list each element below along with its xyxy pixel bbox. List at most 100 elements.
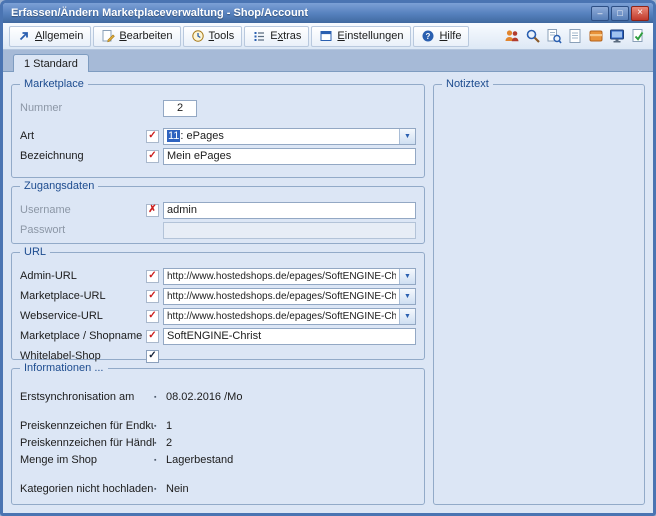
field-label: Webservice-URL bbox=[20, 310, 146, 322]
window-controls: – □ × bbox=[591, 6, 649, 21]
field-label: Whitelabel-Shop bbox=[20, 350, 146, 362]
info-row: Kategorien nicht hochladen ▪ Nein bbox=[20, 481, 416, 497]
users-icon[interactable] bbox=[503, 27, 521, 45]
group-url: URL Admin-URL ✓ ▼ Marketplace-URL ✓ ▼ bbox=[11, 252, 425, 360]
menu-item-label: Hilfe bbox=[439, 30, 461, 42]
admin-url-input[interactable] bbox=[164, 269, 399, 284]
monitor-icon[interactable] bbox=[608, 27, 626, 45]
marketplace-url-row: Marketplace-URL ✓ ▼ bbox=[20, 287, 416, 305]
content-panel: Marketplace Nummer Art ✓ 11 : ePages ▼ B… bbox=[3, 71, 653, 513]
group-informationen: Informationen ... Erstsynchronisation am… bbox=[11, 368, 425, 505]
field-label: Art bbox=[20, 130, 146, 142]
svg-text:?: ? bbox=[426, 32, 431, 41]
shopname-input[interactable] bbox=[163, 328, 416, 345]
marketplace-url-input[interactable] bbox=[164, 289, 399, 304]
minimize-button[interactable]: – bbox=[591, 6, 609, 21]
list-icon bbox=[252, 29, 266, 43]
search-icon[interactable] bbox=[524, 27, 542, 45]
tab-standard[interactable]: 1 Standard bbox=[13, 54, 89, 72]
info-label: Preiskennzeichen für Endkunden bbox=[20, 420, 154, 432]
bezeichnung-row: Bezeichnung ✓ bbox=[20, 147, 416, 165]
field-check-icon[interactable]: ✓ bbox=[146, 150, 159, 163]
whitelabel-checkbox[interactable]: ✓ bbox=[146, 350, 159, 363]
nummer-input[interactable] bbox=[163, 100, 197, 117]
field-label: Nummer bbox=[20, 102, 146, 114]
group-title: Informationen ... bbox=[20, 362, 108, 374]
info-row: Erstsynchronisation am ▪ 08.02.2016 /Mo bbox=[20, 389, 416, 405]
dropdown-arrow-icon[interactable]: ▼ bbox=[399, 269, 415, 284]
menu-item-allgemein[interactable]: Allgemein bbox=[9, 26, 91, 47]
field-cross-icon[interactable]: ✗ bbox=[146, 204, 159, 217]
package-icon[interactable] bbox=[587, 27, 605, 45]
minimize-icon: – bbox=[597, 9, 602, 18]
notiztext-area[interactable] bbox=[442, 99, 636, 498]
dropdown-arrow-icon[interactable]: ▼ bbox=[399, 289, 415, 304]
left-column: Marketplace Nummer Art ✓ 11 : ePages ▼ B… bbox=[11, 84, 425, 505]
passwort-row: Passwort bbox=[20, 221, 416, 239]
dropdown-arrow-icon[interactable]: ▼ bbox=[399, 129, 415, 144]
menu-item-label: Bearbeiten bbox=[119, 30, 172, 42]
group-title: Notiztext bbox=[442, 78, 493, 90]
field-check-icon[interactable]: ✓ bbox=[146, 130, 159, 143]
bezeichnung-input[interactable] bbox=[163, 148, 416, 165]
info-value: Nein bbox=[166, 483, 189, 495]
info-value: 08.02.2016 /Mo bbox=[166, 391, 242, 403]
info-value: 2 bbox=[166, 437, 172, 449]
bullet-icon: ▪ bbox=[154, 440, 166, 447]
username-row: Username ✗ bbox=[20, 201, 416, 219]
window-title: Erfassen/Ändern Marketplaceverwaltung - … bbox=[11, 7, 308, 19]
toolbar-right-icons bbox=[503, 27, 647, 45]
webservice-url-field: ▼ bbox=[163, 308, 416, 325]
close-icon: × bbox=[637, 8, 643, 18]
help-icon: ? bbox=[421, 29, 435, 43]
document-icon[interactable] bbox=[566, 27, 584, 45]
menu-item-einstellungen[interactable]: Einstellungen bbox=[311, 26, 411, 47]
info-label: Menge im Shop bbox=[20, 454, 154, 466]
webservice-url-input[interactable] bbox=[164, 309, 399, 324]
info-value: Lagerbestand bbox=[166, 454, 233, 466]
titlebar[interactable]: Erfassen/Ändern Marketplaceverwaltung - … bbox=[3, 3, 653, 23]
field-check-icon[interactable]: ✓ bbox=[146, 330, 159, 343]
info-row: Preiskennzeichen für Händler ▪ 2 bbox=[20, 435, 416, 451]
checkbox-check-icon: ✓ bbox=[148, 351, 156, 361]
field-check-icon[interactable]: ✓ bbox=[146, 290, 159, 303]
bullet-icon: ▪ bbox=[154, 486, 166, 493]
menu-item-tools[interactable]: Tools bbox=[183, 26, 243, 47]
document-search-icon[interactable] bbox=[545, 27, 563, 45]
right-column: Notiztext bbox=[433, 84, 645, 505]
art-row: Art ✓ 11 : ePages ▼ bbox=[20, 127, 416, 145]
close-button[interactable]: × bbox=[631, 6, 649, 21]
menu-item-extras[interactable]: Extras bbox=[244, 26, 309, 47]
passwort-input bbox=[163, 222, 416, 239]
field-label: Admin-URL bbox=[20, 270, 146, 282]
bullet-icon: ▪ bbox=[154, 394, 166, 401]
field-check-icon[interactable]: ✓ bbox=[146, 270, 159, 283]
group-marketplace: Marketplace Nummer Art ✓ 11 : ePages ▼ B… bbox=[11, 84, 425, 178]
field-label: Marketplace / Shopname bbox=[20, 330, 146, 342]
field-check-icon[interactable]: ✓ bbox=[146, 310, 159, 323]
nummer-row: Nummer bbox=[20, 99, 416, 117]
bullet-icon: ▪ bbox=[154, 423, 166, 430]
field-label: Passwort bbox=[20, 224, 146, 236]
document-check-icon[interactable] bbox=[629, 27, 647, 45]
menu-item-label: Einstellungen bbox=[337, 30, 403, 42]
group-title: Marketplace bbox=[20, 78, 88, 90]
info-value: 1 bbox=[166, 420, 172, 432]
menu-item-label: Extras bbox=[270, 30, 301, 42]
dropdown-arrow-icon[interactable]: ▼ bbox=[399, 309, 415, 324]
edit-page-icon bbox=[101, 29, 115, 43]
maximize-button[interactable]: □ bbox=[611, 6, 629, 21]
arrow-up-right-icon bbox=[17, 29, 31, 43]
group-title: URL bbox=[20, 246, 50, 258]
username-input[interactable] bbox=[163, 202, 416, 219]
art-combobox[interactable]: 11 : ePages ▼ bbox=[163, 128, 416, 145]
app-window: Erfassen/Ändern Marketplaceverwaltung - … bbox=[0, 0, 656, 516]
menu-item-hilfe[interactable]: ? Hilfe bbox=[413, 26, 469, 47]
menu-item-bearbeiten[interactable]: Bearbeiten bbox=[93, 26, 180, 47]
field-label: Username bbox=[20, 204, 146, 216]
menu-item-label: Tools bbox=[209, 30, 235, 42]
webservice-url-row: Webservice-URL ✓ ▼ bbox=[20, 307, 416, 325]
field-label: Marketplace-URL bbox=[20, 290, 146, 302]
window-icon bbox=[319, 29, 333, 43]
bullet-icon: ▪ bbox=[154, 457, 166, 464]
